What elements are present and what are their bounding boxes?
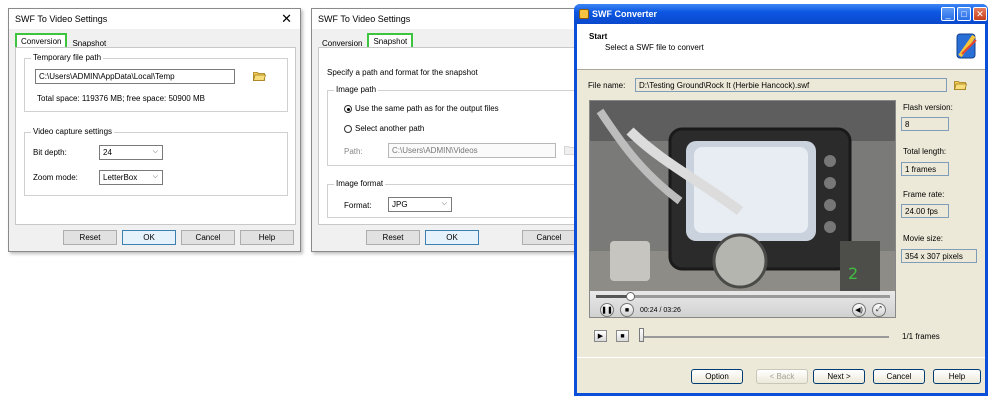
- play-frame-icon[interactable]: ▶: [594, 330, 607, 342]
- maximize-icon[interactable]: □: [957, 7, 971, 21]
- window-titlebar: SWF Converter: [574, 4, 988, 24]
- snapshot-intro: Specify a path and format for the snapsh…: [327, 68, 478, 77]
- swf-converter-window: SWF Converter _ □ ✕ Start Select a SWF f…: [574, 4, 988, 396]
- chevron-down-icon: ⌵: [441, 200, 447, 207]
- group-label: Video capture settings: [31, 127, 115, 136]
- cancel-button[interactable]: Cancel: [522, 230, 576, 245]
- radio-another-path-label[interactable]: Select another path: [355, 124, 424, 133]
- volume-icon[interactable]: ◀): [852, 303, 866, 317]
- folder-open-icon[interactable]: [253, 71, 266, 81]
- time-readout: 00:24 / 03:26: [640, 307, 681, 314]
- seek-bar[interactable]: [596, 292, 890, 301]
- window-title: SWF Converter: [592, 9, 658, 19]
- svg-text:2: 2: [848, 264, 858, 283]
- file-name-label: File name:: [588, 81, 626, 90]
- dialog-title: SWF To Video Settings: [318, 14, 411, 24]
- seek-thumb[interactable]: [626, 292, 636, 301]
- group-label: Image format: [334, 179, 386, 188]
- back-button[interactable]: < Back: [756, 369, 808, 384]
- app-icon: [579, 9, 589, 19]
- help-button[interactable]: Help: [933, 369, 981, 384]
- ok-button[interactable]: OK: [122, 230, 176, 245]
- total-length-label: Total length:: [903, 147, 947, 156]
- dialog-title: SWF To Video Settings: [15, 14, 108, 24]
- group-label: Image path: [334, 85, 379, 94]
- footer-divider: [577, 357, 985, 358]
- path-field[interactable]: C:\Users\ADMIN\Videos: [388, 143, 556, 158]
- image-path-group: Image path Use the same path as for the …: [327, 85, 577, 166]
- group-label: Temporary file path: [31, 53, 104, 62]
- frames-readout: 1/1 frames: [902, 332, 940, 341]
- close-icon[interactable]: ✕: [973, 7, 987, 21]
- movie-size-label: Movie size:: [903, 234, 944, 243]
- format-select[interactable]: JPG ⌵: [388, 197, 452, 212]
- radio-same-path[interactable]: [344, 105, 352, 113]
- fullscreen-icon[interactable]: ⤢: [872, 303, 886, 317]
- select-value: 24: [103, 148, 112, 157]
- step-description: Select a SWF file to convert: [605, 43, 704, 52]
- select-value: JPG: [392, 200, 408, 209]
- reset-button[interactable]: Reset: [366, 230, 420, 245]
- radio-another-path[interactable]: [344, 125, 352, 133]
- path-label: Path:: [344, 147, 363, 156]
- dialog-titlebar: SWF To Video Settings: [9, 9, 300, 29]
- temp-path-field[interactable]: C:\Users\ADMIN\AppData\Local\Temp: [35, 69, 235, 84]
- video-frame: 2: [590, 101, 895, 317]
- zoom-mode-label: Zoom mode:: [33, 173, 78, 182]
- zoom-mode-select[interactable]: LetterBox ⌵: [99, 170, 163, 185]
- reset-button[interactable]: Reset: [63, 230, 117, 245]
- radio-same-path-label[interactable]: Use the same path as for the output file…: [355, 104, 499, 113]
- temp-path-group: Temporary file path C:\Users\ADMIN\AppDa…: [24, 53, 288, 112]
- file-name-field[interactable]: D:\Testing Ground\Rock It (Herbie Hancoc…: [635, 78, 947, 92]
- image-format-group: Image format Format: JPG ⌵: [327, 179, 577, 218]
- settings-dialog-snapshot: SWF To Video Settings Conversion Snapsho…: [311, 8, 581, 252]
- bit-depth-select[interactable]: 24 ⌵: [99, 145, 163, 160]
- ok-button[interactable]: OK: [425, 230, 479, 245]
- folder-open-icon[interactable]: [954, 80, 967, 90]
- space-info: Total space: 119376 MB; free space: 5090…: [37, 94, 205, 103]
- video-preview: 2 ❚❚ ■ 00:24 / 03:26 ◀) ⤢: [589, 100, 896, 318]
- frame-rate-value: 24.00 fps: [901, 204, 949, 218]
- seek-bar-fill: [596, 295, 631, 298]
- flash-version-label: Flash version:: [903, 103, 953, 112]
- frame-slider-thumb[interactable]: [639, 328, 644, 342]
- minimize-icon[interactable]: _: [941, 7, 955, 21]
- tab-panel: Specify a path and format for the snapsh…: [318, 47, 577, 225]
- chevron-down-icon: ⌵: [152, 173, 158, 180]
- window-body: Start Select a SWF file to convert File …: [577, 24, 985, 393]
- close-icon[interactable]: ✕: [281, 12, 292, 25]
- tab-panel: Temporary file path C:\Users\ADMIN\AppDa…: [15, 47, 296, 225]
- dialog-titlebar: SWF To Video Settings: [312, 9, 580, 29]
- bit-depth-label: Bit depth:: [33, 148, 67, 157]
- settings-dialog-conversion: SWF To Video Settings ✕ Conversion Snaps…: [8, 8, 301, 252]
- stop-frame-icon[interactable]: ■: [616, 330, 629, 342]
- video-capture-group: Video capture settings Bit depth: 24 ⌵ Z…: [24, 127, 288, 196]
- flash-version-value: 8: [901, 117, 949, 131]
- chevron-down-icon: ⌵: [152, 148, 158, 155]
- select-value: LetterBox: [103, 173, 138, 182]
- stop-icon[interactable]: ■: [620, 303, 634, 317]
- movie-size-value: 354 x 307 pixels: [901, 249, 977, 263]
- wizard-logo-icon: [956, 33, 977, 59]
- cancel-button[interactable]: Cancel: [873, 369, 925, 384]
- frame-rate-label: Frame rate:: [903, 190, 945, 199]
- total-length-value: 1 frames: [901, 162, 949, 176]
- wizard-header: Start Select a SWF file to convert: [577, 24, 985, 70]
- frame-slider-track[interactable]: [639, 336, 889, 338]
- help-button[interactable]: Help: [240, 230, 294, 245]
- next-button[interactable]: Next >: [813, 369, 865, 384]
- pause-icon[interactable]: ❚❚: [600, 303, 614, 317]
- option-button[interactable]: Option: [691, 369, 743, 384]
- cancel-button[interactable]: Cancel: [181, 230, 235, 245]
- video-control-bar: ❚❚ ■ 00:24 / 03:26 ◀) ⤢: [590, 291, 895, 317]
- step-title: Start: [589, 32, 608, 41]
- format-label: Format:: [344, 201, 372, 210]
